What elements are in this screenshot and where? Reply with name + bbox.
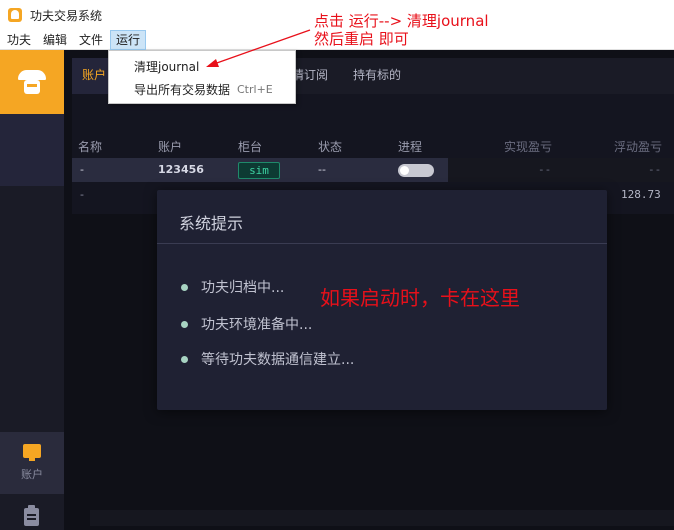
table-header: 名称 账户 柜台 状态 进程 实现盈亏 浮动盈亏: [72, 136, 674, 158]
cell-status: --: [318, 163, 326, 176]
tab-account[interactable]: 账户: [72, 58, 112, 94]
clipboard-icon[interactable]: [24, 505, 39, 526]
toggle-knob: [400, 166, 409, 175]
column-header-process: 进程: [398, 140, 423, 154]
cell-floating-pnl: --: [648, 163, 662, 176]
cell-name-row2: -: [80, 188, 84, 201]
column-header-floating-pnl: 浮动盈亏: [614, 140, 663, 154]
annotation-restart: 然后重启 即可: [314, 30, 409, 48]
cell-value-row2: 128.73: [621, 188, 661, 201]
counter-badge: sim: [238, 162, 280, 179]
modal-title: 系统提示: [179, 214, 244, 233]
footer-scrollbar[interactable]: [90, 510, 674, 526]
process-toggle[interactable]: [398, 164, 434, 177]
cell-name: -: [80, 163, 84, 176]
column-header-name: 名称: [78, 140, 103, 154]
annotation-instruction: 点击 运行--> 清理journal: [314, 12, 489, 30]
menu-edit[interactable]: 编辑: [38, 30, 72, 50]
menu-item-export-trades[interactable]: 导出所有交易数据 Ctrl+E: [109, 79, 295, 101]
menu-gongfu[interactable]: 功夫: [2, 30, 36, 50]
sidebar-item-label: 账户: [21, 468, 43, 481]
cell-realized-pnl: --: [538, 163, 552, 176]
app-logo-icon: [8, 8, 22, 22]
status-item-archive: 功夫归档中...: [181, 278, 284, 296]
column-header-counter: 柜台: [238, 140, 263, 154]
menu-file[interactable]: 文件: [74, 30, 108, 50]
status-dot-icon: [181, 283, 188, 291]
kungfu-figure-icon: [14, 64, 50, 100]
run-menu-dropdown: 清理journal 导出所有交易数据 Ctrl+E: [108, 50, 296, 104]
window-title: 功夫交易系统: [30, 8, 103, 23]
tab-holdings[interactable]: 持有标的: [353, 58, 401, 94]
annotation-stuck-here: 如果启动时，卡在这里: [320, 286, 520, 310]
column-header-realized-pnl: 实现盈亏: [504, 140, 553, 154]
column-header-status: 状态: [318, 140, 343, 154]
status-dot-icon: [181, 355, 188, 363]
menu-item-shortcut: Ctrl+E: [237, 83, 273, 96]
status-text: 功夫环境准备中...: [201, 317, 313, 333]
menu-run[interactable]: 运行: [110, 29, 147, 50]
sidebar-panel: [0, 114, 64, 186]
menu-item-label: 导出所有交易数据: [134, 83, 231, 97]
table-row[interactable]: - 123456 sim --: [72, 158, 448, 182]
cell-account: 123456: [158, 163, 204, 176]
monitor-icon: [23, 444, 41, 461]
brand-logo[interactable]: [0, 50, 64, 114]
status-item-comm: 等待功夫数据通信建立...: [181, 350, 354, 368]
menu-item-label: 清理journal: [134, 60, 200, 74]
column-header-account: 账户: [158, 140, 183, 154]
menu-item-clear-journal[interactable]: 清理journal: [109, 56, 295, 78]
status-item-env: 功夫环境准备中...: [181, 315, 312, 333]
sidebar: 账户: [0, 50, 64, 530]
table-row-right: -- --: [448, 158, 674, 182]
status-text: 等待功夫数据通信建立...: [201, 352, 355, 368]
modal-divider: [157, 243, 607, 244]
status-dot-icon: [181, 320, 188, 328]
status-text: 功夫归档中...: [201, 280, 285, 296]
sidebar-item-account[interactable]: 账户: [0, 432, 64, 494]
